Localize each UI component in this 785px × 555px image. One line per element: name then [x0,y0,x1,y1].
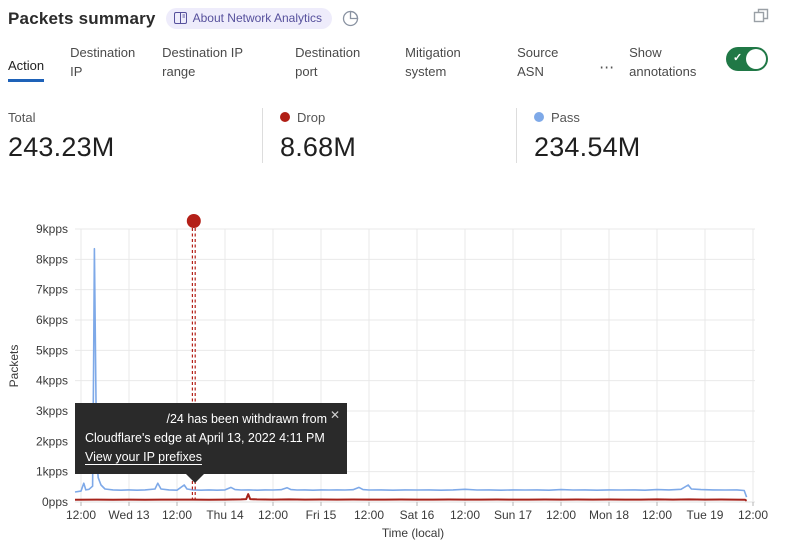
annotation-marker-dot[interactable] [187,214,201,228]
check-icon: ✓ [733,51,742,64]
x-tick-label: Sat 16 [400,508,435,522]
x-tick-label: Wed 13 [108,508,149,522]
drop-line [75,494,747,501]
stat-drop-label: Drop [297,110,325,125]
tab-action[interactable]: Action [8,57,44,82]
dimension-tabs: Action Destination IP Destination IP ran… [8,44,711,82]
popout-icon[interactable] [753,8,769,24]
book-icon [174,12,187,24]
stat-drop: Drop 8.68M [262,108,516,163]
show-annotations-label: Show annotations [629,44,711,82]
pie-chart-icon[interactable] [342,10,359,27]
stat-pass-label: Pass [551,110,580,125]
y-tick-label: 8kpps [36,252,68,266]
annotation-tooltip: ✕ /24 has been withdrawn from Cloudflare… [75,403,347,474]
toggle-knob [746,49,766,69]
drop-legend-dot [280,112,290,122]
x-axis-title: Time (local) [382,526,444,540]
y-tick-label: 6kpps [36,313,68,327]
stat-pass-value: 234.54M [534,132,770,163]
close-icon[interactable]: ✕ [330,406,340,424]
x-tick-label: Fri 15 [306,508,337,522]
about-badge-label: About Network Analytics [193,11,322,25]
tab-source-asn[interactable]: Source ASN [517,44,573,82]
view-ip-prefixes-link[interactable]: View your IP prefixes [85,450,202,464]
y-tick-label: 9kpps [36,222,68,236]
stat-total-label: Total [8,110,35,125]
x-tick-label: 12:00 [258,508,288,522]
packets-time-series-chart: 0pps 1kpps 2kpps 3kpps 4kpps 5kpps 6kpps 7kpps 8… [0,205,785,555]
y-tick-label: 7kpps [36,283,68,297]
x-tick-label: 12:00 [354,508,384,522]
x-tick-label: Mon 18 [589,508,629,522]
tooltip-text-line1: /24 has been withdrawn from [85,410,335,429]
tooltip-arrow [186,474,204,483]
y-tick-label: 5kpps [36,343,68,357]
tab-destination-port[interactable]: Destination port [295,44,379,82]
stat-total-value: 243.23M [8,132,262,163]
x-tick-label: 12:00 [162,508,192,522]
stat-drop-value: 8.68M [280,132,516,163]
panel-header: Packets summary About Network Analytics [8,8,359,29]
x-tick-label: 12:00 [738,508,768,522]
pass-legend-dot [534,112,544,122]
page-title: Packets summary [8,9,156,29]
x-tick-label: Tue 19 [687,508,724,522]
x-tick-label: 12:00 [450,508,480,522]
stats-row: Total 243.23M Drop 8.68M Pass 234.54M [8,108,770,163]
tooltip-text-line2: Cloudflare's edge at April 13, 2022 4:11… [85,429,335,448]
y-tick-label: 1kpps [36,465,68,479]
stat-pass: Pass 234.54M [516,108,770,163]
about-network-analytics-badge[interactable]: About Network Analytics [166,8,332,29]
stat-total: Total 243.23M [8,108,262,163]
tab-destination-ip[interactable]: Destination IP [70,44,136,82]
x-tick-label: Thu 14 [206,508,244,522]
y-tick-label: 4kpps [36,374,68,388]
show-annotations-toggle[interactable]: ✓ [726,47,768,71]
packets-summary-panel: Packets summary About Network Analytics … [0,0,785,555]
tab-mitigation-system[interactable]: Mitigation system [405,44,491,82]
tab-destination-ip-range[interactable]: Destination IP range [162,44,269,82]
x-tick-label: 12:00 [546,508,576,522]
x-tick-label: 12:00 [642,508,672,522]
y-axis-title: Packets [7,345,21,388]
y-tick-label: 2kpps [36,434,68,448]
more-tabs-icon[interactable]: ⋯ [599,58,615,76]
x-tick-label: Sun 17 [494,508,532,522]
y-tick-label: 0pps [42,495,68,509]
y-tick-label: 3kpps [36,404,68,418]
x-tick-label: 12:00 [66,508,96,522]
